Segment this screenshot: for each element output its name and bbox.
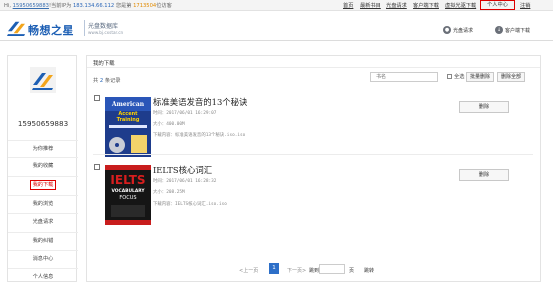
records-count: 共 2 条记录 [93,77,120,84]
sidebar-item-label: 光盘请求 [32,219,54,225]
item-size: 大小：208.25M [153,189,185,195]
item-size: 大小：400.00M [153,121,185,127]
greeting: Hi, 15950659883!当前IP为 183.134.66.112 您是第… [4,2,172,9]
cover-line-3: FOCUS [119,195,136,201]
batch-delete-button[interactable]: 批量删除 [466,72,494,82]
personal-center-link[interactable]: 个人中心 [480,0,515,10]
select-all-checkbox[interactable] [447,74,452,79]
client-download-button[interactable]: ↓ 客户端下载 [495,26,530,34]
item-divider [93,154,533,155]
visit-suffix: 位访客 [156,3,172,9]
item-size-label: 大小： [153,122,167,127]
item-content: 下载内容：IELTS核心词汇.iso.iso [153,201,227,207]
logo-text[interactable]: 畅想之星 [28,22,74,38]
item-content: 下载内容：标准美语发音的13个秘诀.iso.iso [153,132,245,138]
search-input[interactable] [370,72,438,82]
sidebar: 15950659883 为你推荐 我的收藏 我的下载 我的浏览 光盘请求 我的纠… [7,55,78,282]
sidebar-item-recommend[interactable]: 为你推荐 [8,140,78,156]
nav-client-download-link[interactable]: 客户端下载 [413,2,439,9]
avatar [30,67,56,93]
item-content-value: 标准美语发音的13个秘诀.iso.iso [174,133,246,138]
item-content-label: 下载内容： [153,202,175,207]
logo-icon[interactable] [7,18,26,37]
item-time-label: 时间： [153,179,167,184]
sidebar-item-label: 我的下载 [29,180,57,190]
disc-request-button[interactable]: ● 光盘请求 [443,26,473,34]
item-time-value: 2017/06/01 16:28:32 [166,179,217,184]
page-suffix: 页 [349,268,355,274]
nav-virtual-drive-link[interactable]: 虚拟光驱下载 [445,2,476,9]
logo-url: www.bj.cxstar.cn [88,30,124,35]
header-divider [0,40,553,41]
sidebar-item-favorites[interactable]: 我的收藏 [8,157,78,173]
item-time-value: 2017/06/01 16:29:07 [166,111,217,116]
nav-disc-request-link[interactable]: 光盘请求 [386,2,407,9]
visit-label: 您是第 [115,3,132,9]
item-content-value: IELTS核心词汇.iso.iso [174,202,227,207]
sidebar-item-label: 我的收藏 [32,163,54,169]
book-cover[interactable]: American Accent Training [105,97,151,157]
item-size-label: 大小： [153,190,167,195]
page-title: 我的下载 [93,61,115,67]
ip-label: !当前IP为 [48,3,72,9]
disc-request-label: 光盘请求 [453,27,474,34]
item-size-value: 400.00M [166,122,185,127]
item-content-label: 下载内容： [153,133,175,138]
go-button[interactable]: 跳转 [364,267,374,274]
nav-home-link[interactable]: 首页 [343,2,353,9]
nav-new-books-link[interactable]: 最新书目 [360,2,381,9]
item-time-label: 时间： [153,111,167,116]
cover-line-3: Training [117,117,140,123]
item-time: 时间：2017/06/01 16:28:32 [153,178,216,184]
sidebar-item-label: 为你推荐 [32,146,54,152]
jump-label: 跳到 [309,268,320,274]
item-title[interactable]: 标准美语发音的13个秘诀 [153,96,247,108]
logout-link[interactable]: 注销 [520,2,530,9]
sidebar-item-label: 我的纠错 [32,238,54,244]
user-id: 15950659883 [17,119,69,128]
ip-address: 183.134.66.112 [72,3,115,9]
visit-count: 1713504 [133,3,157,9]
delete-all-button[interactable]: 删除全部 [497,72,525,82]
select-all-label: 全选 [454,74,465,80]
greeting-prefix: Hi, [4,3,11,9]
delete-button[interactable]: 删除 [459,169,509,181]
sidebar-item-label: 我的浏览 [32,201,54,207]
next-page-link[interactable]: 下一页> [287,267,306,274]
sidebar-item-errata[interactable]: 我的纠错 [8,232,78,248]
cover-line-1: American [111,101,145,108]
item-checkbox[interactable] [94,164,100,170]
records-suffix: 条记录 [104,78,121,84]
prev-page-link[interactable]: <上一页 [239,267,258,274]
title-divider [87,67,540,68]
records-number: 2 [99,78,104,84]
sidebar-item-browsing[interactable]: 我的浏览 [8,195,78,211]
sidebar-item-messages[interactable]: 消息中心 [8,250,78,266]
book-cover[interactable]: IELTS VOCABULARY FOCUS [105,165,151,225]
logo-subtitle: 光盘数据库 [88,23,119,30]
download-icon: ↓ [495,26,503,34]
page-number-input[interactable] [319,264,345,274]
item-size-value: 208.25M [166,190,185,195]
records-prefix: 共 [93,78,99,84]
item-time: 时间：2017/06/01 16:29:07 [153,110,216,116]
sidebar-item-label: 消息中心 [32,256,54,262]
client-download-label: 客户端下载 [505,27,531,34]
delete-button[interactable]: 删除 [459,101,509,113]
item-title[interactable]: IELTS核心词汇 [153,164,212,176]
cover-line-1: IELTS [110,173,145,187]
username-link[interactable]: 15950659883 [13,3,49,9]
sidebar-item-profile[interactable]: 个人信息 [8,268,78,282]
logo-divider [84,20,85,36]
item-checkbox[interactable] [94,95,100,101]
top-bar: Hi, 15950659883!当前IP为 183.134.66.112 您是第… [0,0,553,11]
page-current[interactable]: 1 [269,263,279,274]
sidebar-item-downloads[interactable]: 我的下载 [8,176,78,192]
cover-line-2: VOCABULARY [111,188,145,194]
disc-icon: ● [443,26,451,34]
sidebar-item-disc-request[interactable]: 光盘请求 [8,213,78,229]
main-panel: 我的下载 共 2 条记录 全选 批量删除 删除全部 American Accen… [86,55,541,282]
sidebar-item-label: 个人信息 [32,274,54,280]
